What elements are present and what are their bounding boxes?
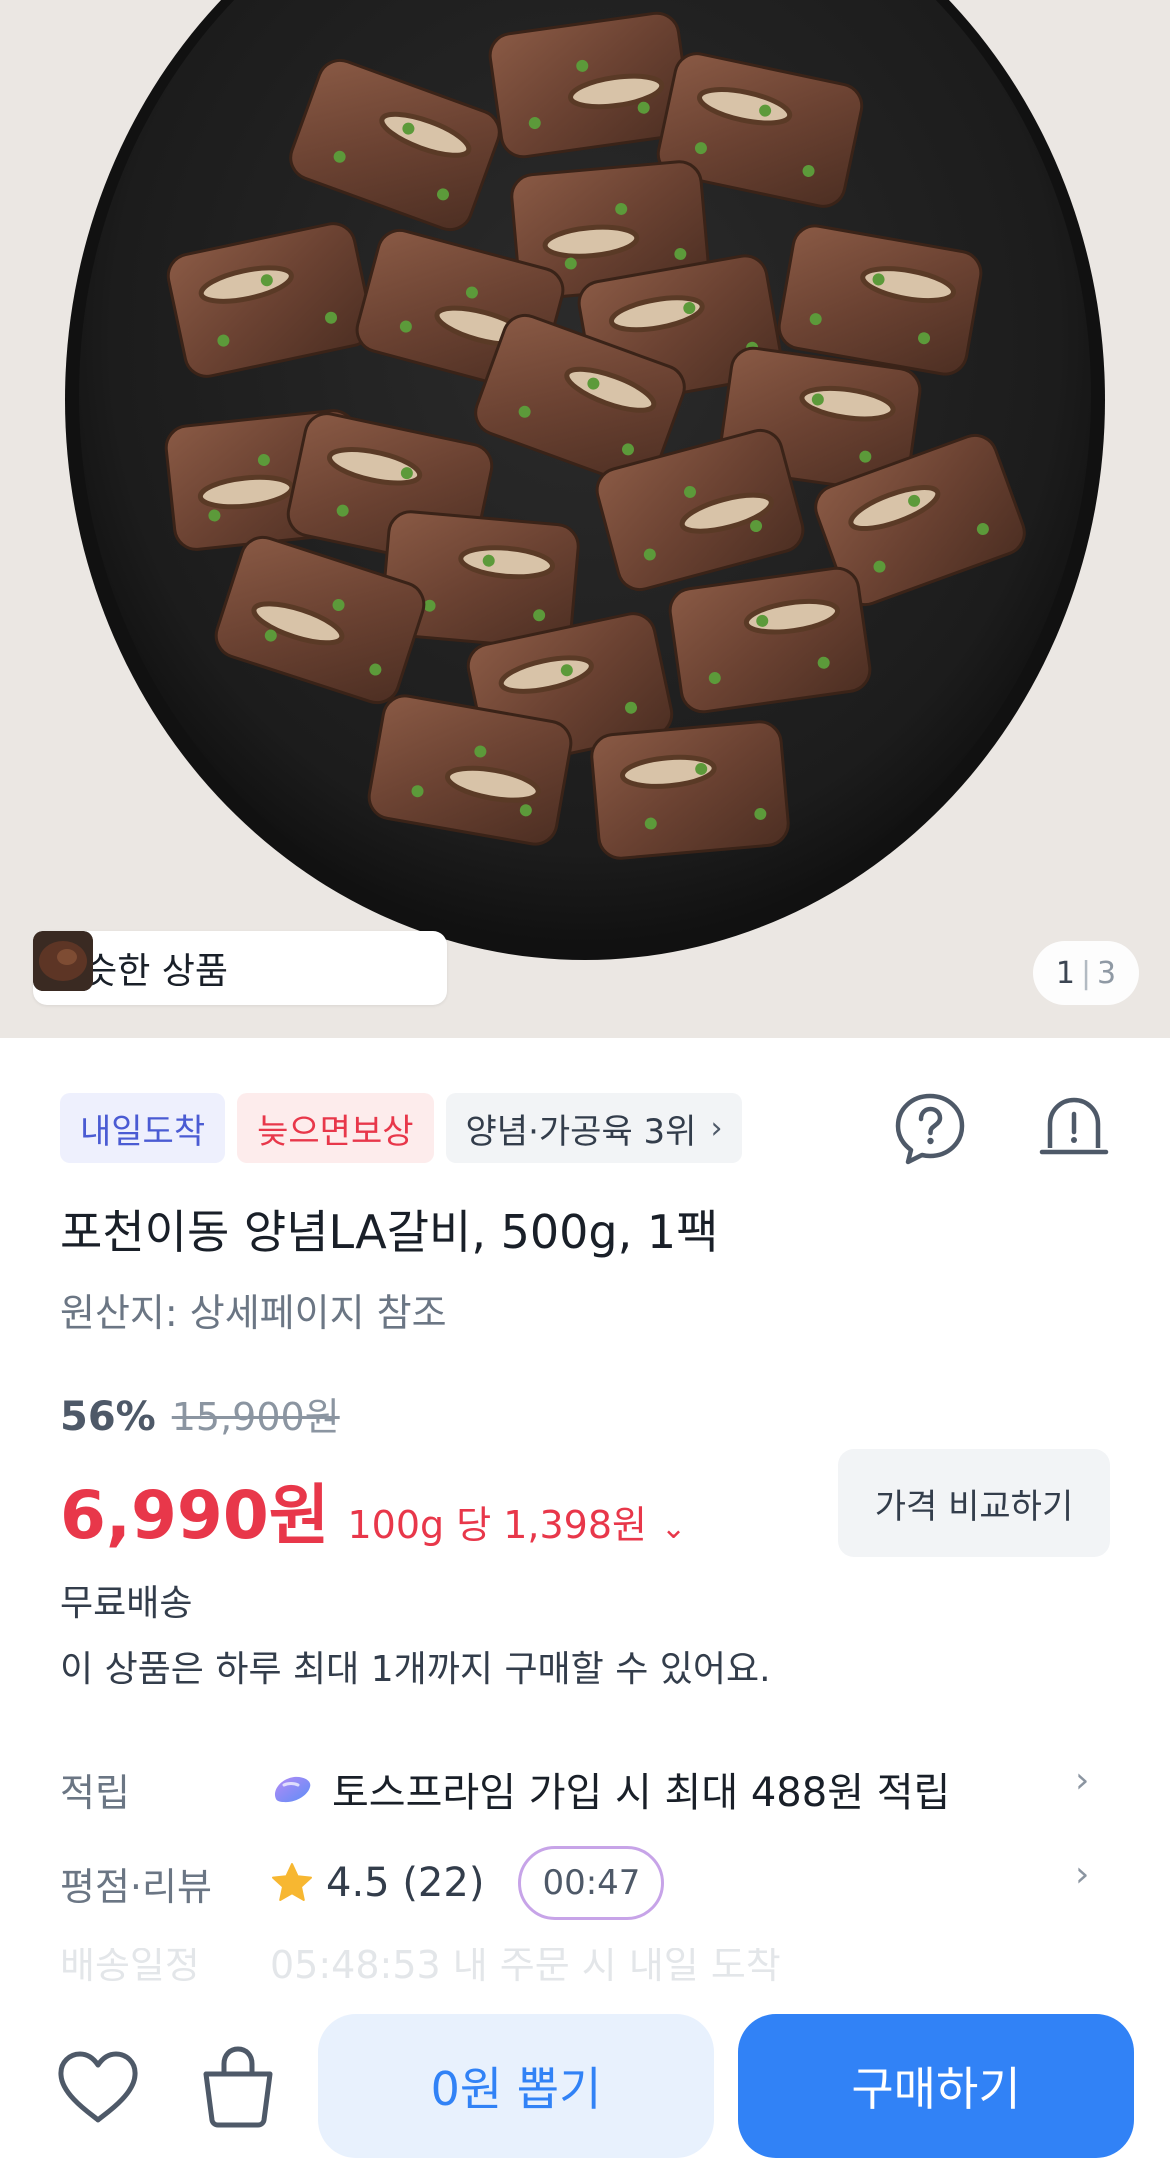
toss-prime-icon xyxy=(274,1776,311,1803)
report-icon[interactable] xyxy=(1036,1090,1112,1166)
rating-text: 4.5 (22) xyxy=(326,1860,485,1906)
original-price: 15,900원 xyxy=(171,1395,340,1439)
similar-products-button[interactable]: 비슷한 상품 xyxy=(33,931,447,1005)
question-icon[interactable] xyxy=(892,1090,968,1166)
similar-thumb-3 xyxy=(33,931,93,991)
ranking-label: 양념·가공육 3위 xyxy=(465,1111,697,1152)
pager-current: 1 xyxy=(1055,955,1075,991)
product-image-carousel[interactable]: 비슷한 상품 1 | 3 xyxy=(0,0,1170,1038)
review-label: 평점·리뷰 xyxy=(60,1865,212,1909)
meat-piece xyxy=(590,720,790,860)
product-title: 포천이동 양념LA갈비, 500g, 1팩 xyxy=(60,1205,719,1259)
chevron-right-icon: › xyxy=(710,1110,723,1146)
discount-rate: 56% xyxy=(60,1394,156,1440)
discount-row: 56% 15,900원 xyxy=(60,1386,340,1441)
price-compare-button[interactable]: 가격 비교하기 xyxy=(838,1449,1110,1557)
delivery-label: 배송일정 xyxy=(60,1948,200,1987)
chevron-down-icon: ⌄ xyxy=(661,1511,687,1546)
chip-late-compensation[interactable]: 늦으면보상 xyxy=(237,1093,434,1163)
unit-price: 100g 당 1,398원 xyxy=(347,1503,648,1547)
meat-piece xyxy=(668,566,872,714)
shipping-info: 무료배송 xyxy=(60,1583,193,1624)
chevron-right-icon[interactable]: › xyxy=(1075,1760,1089,1801)
heart-icon[interactable] xyxy=(56,2050,140,2126)
product-photo xyxy=(0,0,1170,1038)
image-pager: 1 | 3 xyxy=(1033,941,1139,1005)
delivery-row: 배송일정 05:48:53 내 주문 시 내일 도착 xyxy=(60,1948,1110,1990)
points-label: 적립 xyxy=(60,1771,130,1815)
unit-price-toggle[interactable]: 100g 당 1,398원 ⌄ xyxy=(347,1494,686,1549)
pager-total: 3 xyxy=(1097,955,1117,991)
product-chips: 내일도착 늦으면보상 양념·가공육 3위 › xyxy=(60,1093,743,1163)
product-origin: 원산지: 상세페이지 참조 xyxy=(60,1291,447,1335)
delivery-text: 05:48:53 내 주문 시 내일 도착 xyxy=(270,1948,781,1987)
points-row[interactable]: 토스프라임 가입 시 최대 488원 적립 xyxy=(270,1760,950,1818)
price-row: 6,990원 100g 당 1,398원 ⌄ xyxy=(60,1462,686,1558)
sale-price: 6,990원 xyxy=(60,1477,330,1554)
chip-category-ranking[interactable]: 양념·가공육 3위 › xyxy=(445,1093,743,1163)
zero-won-draw-button[interactable]: 0원 뽑기 xyxy=(318,2014,714,2158)
purchase-limit-notice: 이 상품은 하루 최대 1개까지 구매할 수 있어요. xyxy=(60,1649,771,1690)
chip-arrival[interactable]: 내일도착 xyxy=(60,1093,226,1163)
countdown-timer: 00:47 xyxy=(518,1846,665,1920)
shopping-bag-icon[interactable] xyxy=(200,2044,276,2128)
pager-separator: | xyxy=(1080,955,1092,991)
review-row[interactable]: 4.5 (22) 00:47 xyxy=(270,1846,665,1920)
star-icon xyxy=(272,1863,312,1901)
chevron-right-icon[interactable]: › xyxy=(1075,1854,1089,1895)
points-text: 토스프라임 가입 시 최대 488원 적립 xyxy=(332,1770,951,1816)
buy-button[interactable]: 구매하기 xyxy=(738,2014,1134,2158)
